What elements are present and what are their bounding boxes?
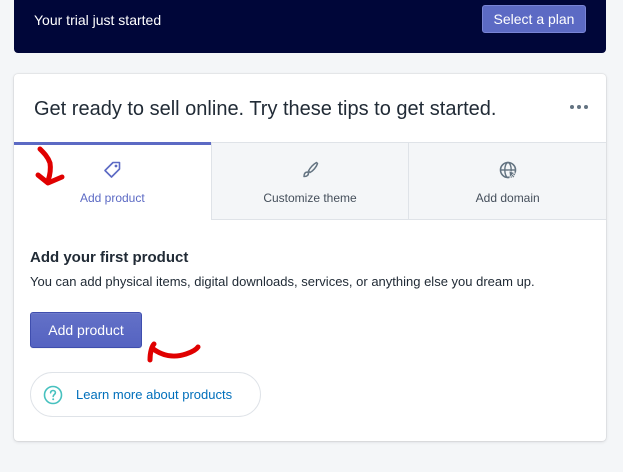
- section-title: Add your first product: [30, 249, 189, 266]
- tab-customize-theme[interactable]: Customize theme: [210, 143, 409, 220]
- question-circle-icon: [43, 385, 63, 405]
- tab-label: Customize theme: [263, 191, 357, 205]
- select-plan-button[interactable]: Select a plan: [482, 5, 586, 33]
- trial-banner-text: Your trial just started: [34, 12, 162, 28]
- more-actions-button[interactable]: [566, 94, 592, 120]
- globe-icon: [497, 159, 519, 181]
- red-arrow-annotation-tab: [35, 146, 65, 186]
- paintbrush-icon: [299, 159, 321, 181]
- tag-icon: [101, 159, 123, 181]
- trial-banner: Your trial just started Select a plan: [14, 0, 606, 53]
- horizontal-dots-icon: [570, 105, 574, 109]
- card-title: Get ready to sell online. Try these tips…: [34, 98, 497, 120]
- tab-add-domain[interactable]: Add domain: [408, 143, 607, 220]
- tab-label: Add product: [79, 191, 145, 205]
- tab-label: Add domain: [475, 191, 540, 205]
- tips-tabs: Add product Customize theme Add domain: [14, 142, 607, 220]
- learn-more-label: Learn more about products: [76, 387, 233, 402]
- setup-guide-card: Get ready to sell online. Try these tips…: [14, 74, 607, 441]
- add-product-button[interactable]: Add product: [30, 312, 142, 348]
- section-description: You can add physical items, digital down…: [30, 274, 535, 289]
- learn-more-link[interactable]: Learn more about products: [30, 372, 261, 417]
- red-arrow-annotation-button: [147, 341, 201, 363]
